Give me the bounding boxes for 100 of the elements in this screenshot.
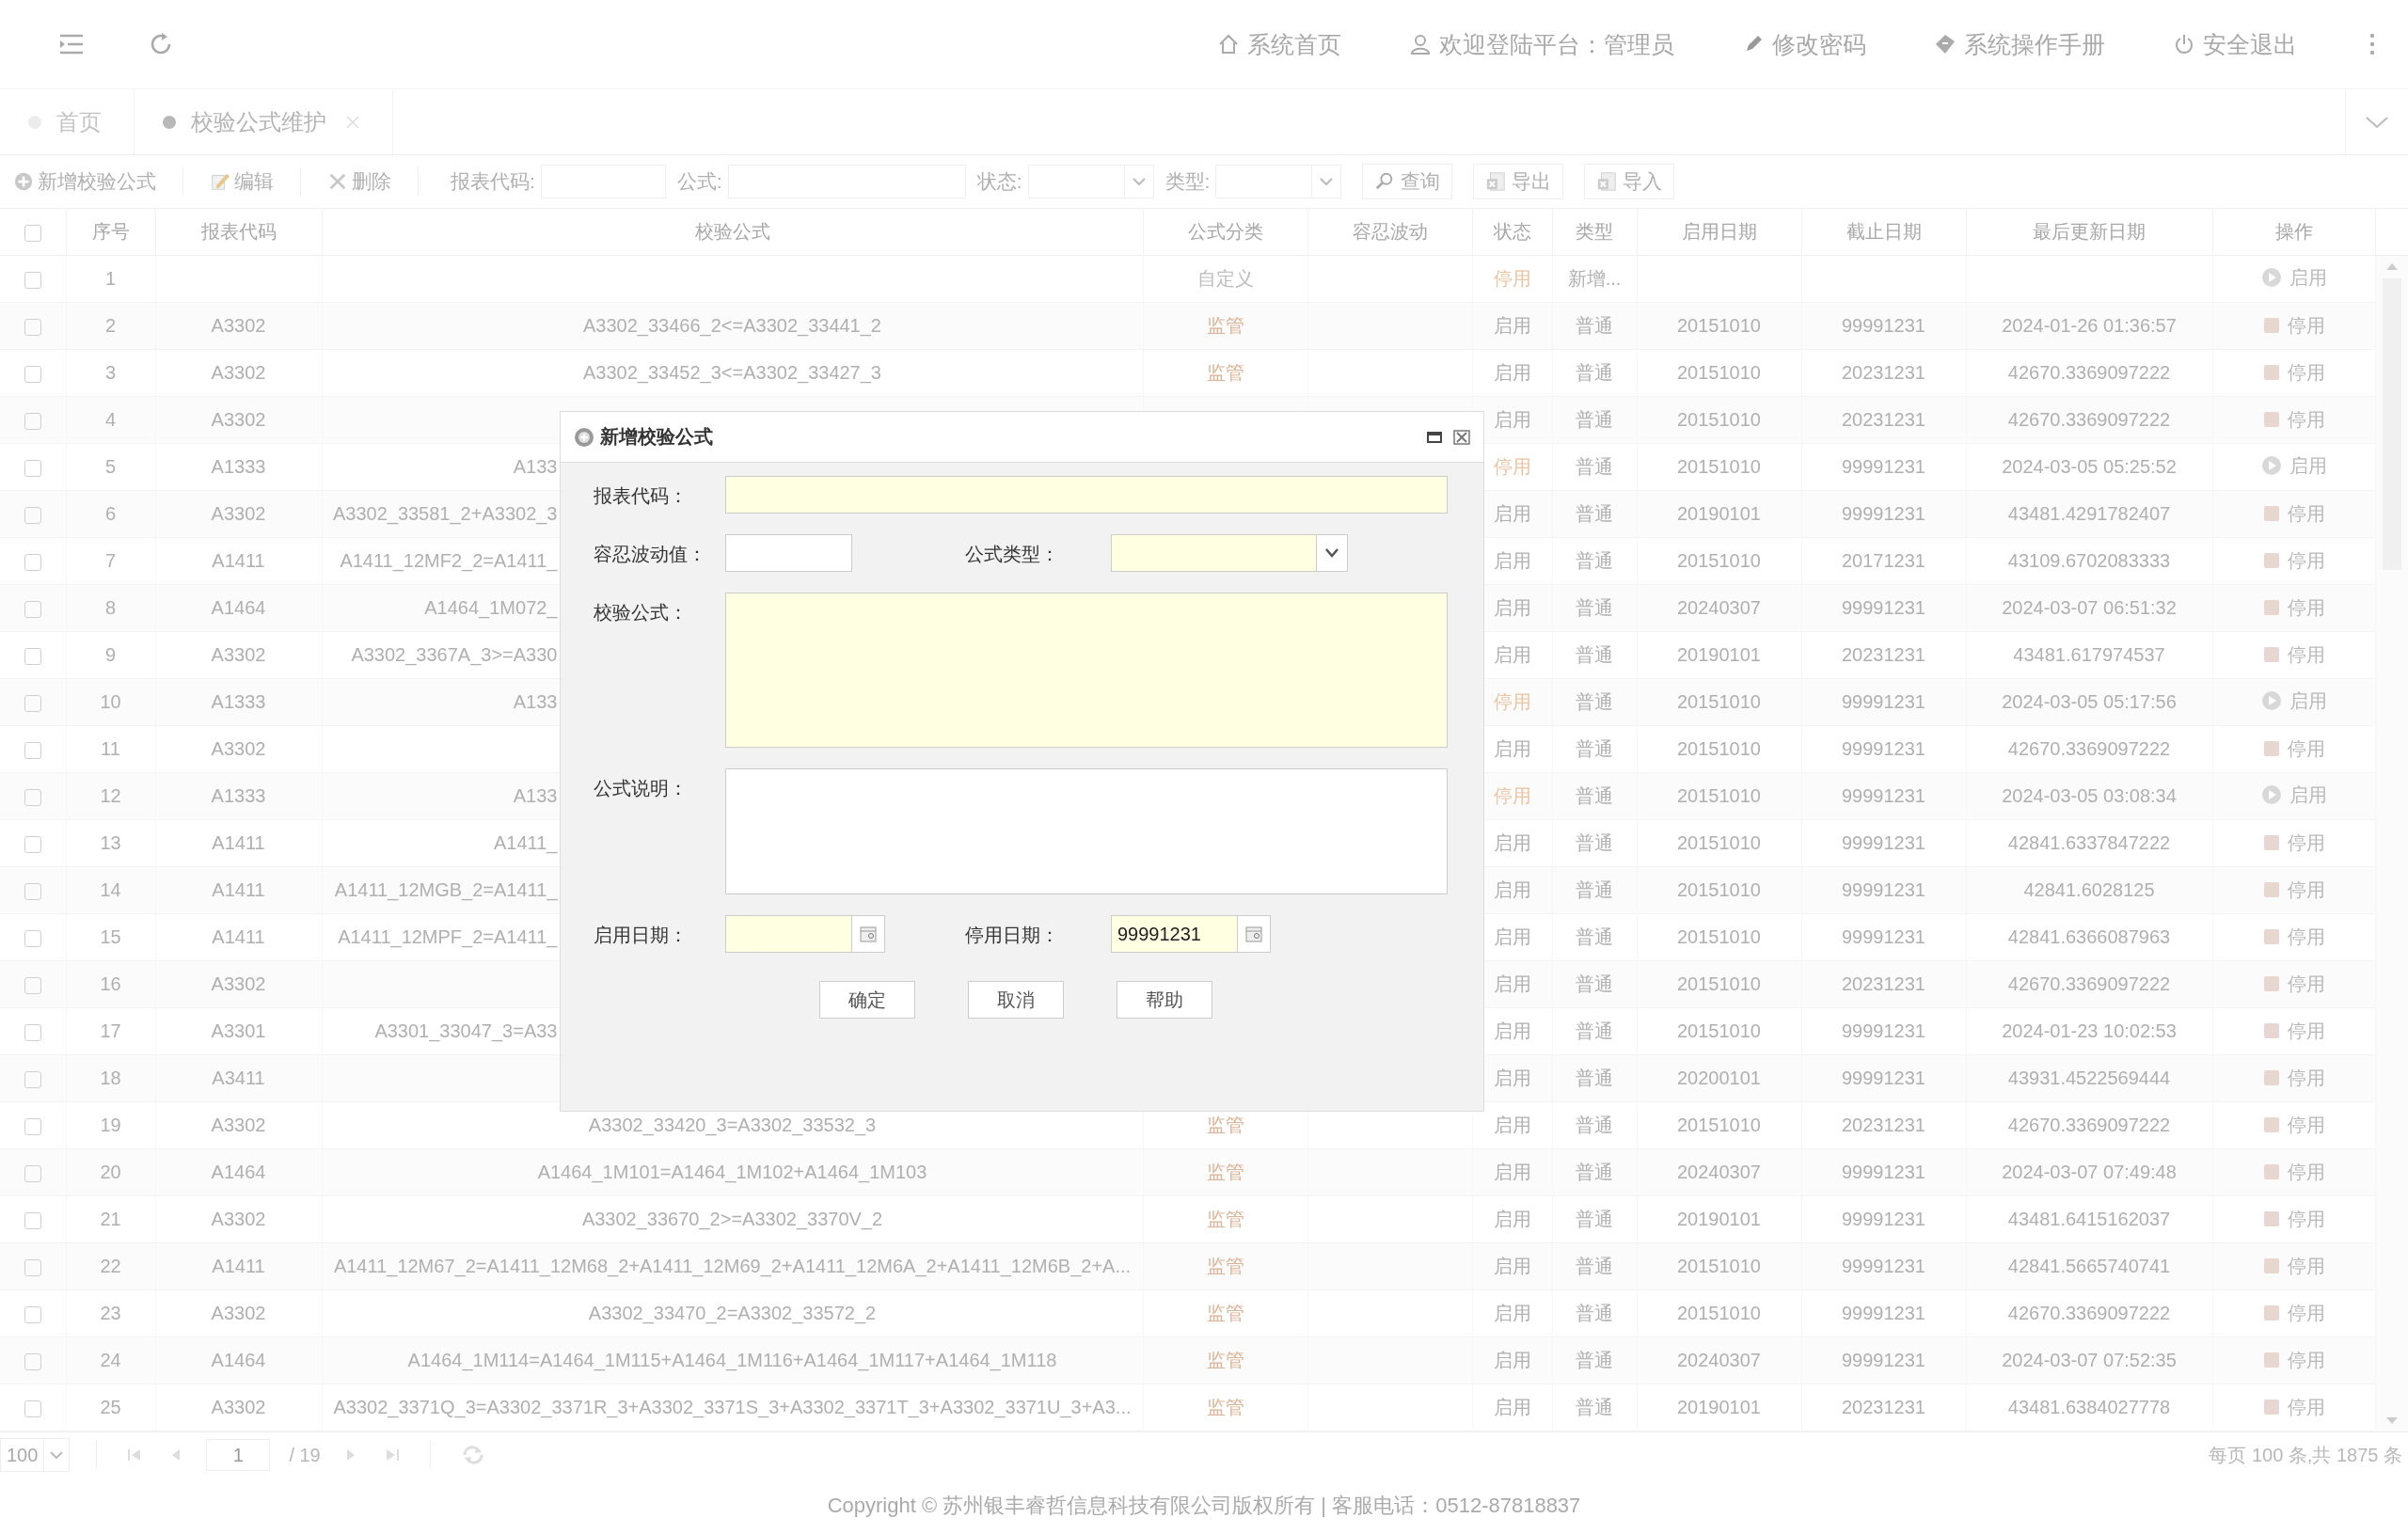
checkbox[interactable] [24,1305,41,1323]
checkbox[interactable] [24,271,41,289]
date-field[interactable] [725,915,885,953]
table-cell: A133 [513,785,558,806]
table-cell: 20 [100,1162,121,1182]
table-cell: 启用 [1493,926,1531,947]
action-link[interactable]: 停用 [2262,641,2325,668]
filter-label: 报表代码: [451,169,535,194]
checkbox[interactable] [24,224,41,242]
checkbox[interactable] [24,882,41,900]
nav-link[interactable]: 安全退出 [2173,28,2297,60]
table-cell: A3302 [211,973,266,994]
checkbox[interactable] [24,929,41,947]
dialog-button[interactable]: 取消 [968,981,1064,1019]
table-cell: 20151010 [1677,456,1761,477]
action-link[interactable]: 停用 [2262,1018,2325,1044]
action-link[interactable]: 停用 [2262,1394,2325,1420]
input-field[interactable] [725,476,1448,514]
maximize-button[interactable] [1427,430,1442,444]
table-cell: A1464_1M101=A1464_1M102+A1464_1M103 [537,1162,927,1182]
table-cell: 启用 [1493,362,1531,383]
checkbox[interactable] [24,1258,41,1276]
table-cell: 普通 [1576,691,1613,712]
action-link[interactable]: 停用 [2262,1300,2325,1326]
table-cell: 42670.3369097222 [2007,973,2171,994]
page-input[interactable]: 1 [206,1439,271,1471]
page-size-select[interactable]: 100 [0,1438,71,1472]
checkbox[interactable] [24,976,41,994]
action-link[interactable]: 停用 [2262,1112,2325,1138]
table-cell: 停用 [1493,691,1531,712]
dialog-button[interactable]: 帮助 [1117,981,1212,1019]
checkbox[interactable] [24,741,41,759]
dropdown[interactable] [1111,534,1348,572]
calendar-button[interactable] [1237,916,1270,952]
checkbox[interactable] [24,553,41,571]
table-cell: 监管 [1206,1350,1244,1370]
tab[interactable]: 校验公式维护 [135,89,393,154]
checkbox[interactable] [24,1400,41,1417]
input-field[interactable] [725,534,852,572]
close-button[interactable] [1453,429,1470,445]
checkbox[interactable] [24,365,41,383]
table-cell: 普通 [1576,738,1613,759]
checkbox[interactable] [24,318,41,336]
checkbox[interactable] [24,600,41,618]
toolbar-button[interactable]: 导出 [1473,164,1564,199]
checkbox[interactable] [24,1117,41,1135]
table-cell: 监管 [1206,1303,1244,1323]
checkbox[interactable] [24,1164,41,1182]
tab[interactable]: 首页 [0,89,135,154]
table-cell: 22 [100,1256,121,1276]
date-field[interactable]: 99991231 [1111,915,1271,953]
square-icon [2262,599,2280,617]
table-cell: 启用 [1493,973,1531,994]
action-link[interactable]: 停用 [2262,1206,2325,1232]
dialog-button[interactable]: 确定 [819,981,915,1019]
table-cell: A3301_33047_3=A33 [374,1020,558,1041]
action-link[interactable]: 停用 [2262,359,2325,386]
action-link[interactable]: 停用 [2262,830,2325,856]
nav-link[interactable]: 系统操作手册 [1934,28,2105,60]
checkbox[interactable] [24,647,41,665]
action-link[interactable]: 停用 [2262,735,2325,762]
checkbox[interactable] [24,506,41,524]
calendar-button[interactable] [851,916,884,952]
checkbox[interactable] [24,412,41,430]
text-area[interactable] [725,768,1448,894]
table-cell: 20200101 [1677,1067,1761,1088]
table-cell: 普通 [1576,1162,1613,1182]
action-link[interactable]: 停用 [2262,924,2325,950]
column-header: 序号 [91,221,130,242]
checkbox[interactable] [24,788,41,806]
table-cell: 43481.6415162037 [2007,1209,2171,1229]
nav-link[interactable]: 修改密码 [1742,28,1866,60]
toolbar-button[interactable]: 导入 [1584,164,1675,199]
toolbar-button[interactable]: 编辑 [204,168,279,195]
checkbox[interactable] [24,1211,41,1229]
checkbox[interactable] [24,694,41,712]
toolbar-button[interactable]: 查询 [1362,164,1453,199]
checkbox[interactable] [24,1070,41,1088]
toolbar-button[interactable]: 删除 [322,168,397,195]
table-cell: 普通 [1576,315,1613,336]
table-cell: A1464 [211,597,266,618]
table-cell: 普通 [1576,550,1613,571]
action-link[interactable]: 启用 [2260,264,2327,291]
table-cell: 20231231 [1842,644,1925,665]
toolbar-button[interactable]: 新增校验公式 [8,168,162,195]
table-cell: A1464_1M072_ [424,597,558,618]
checkbox[interactable] [24,835,41,853]
table-cell: 99991231 [1842,315,1925,336]
action-link[interactable]: 停用 [2262,547,2325,574]
table-cell: 启用 [1493,1162,1531,1182]
nav-link[interactable]: 欢迎登陆平台：管理员 [1409,28,1674,60]
scrollbar[interactable] [2375,256,2408,1431]
nav-link[interactable]: 系统首页 [1217,28,1341,60]
action-link[interactable]: 启用 [2260,452,2327,479]
checkbox[interactable] [24,459,41,477]
checkbox[interactable] [24,1023,41,1041]
text-area[interactable] [725,593,1448,748]
checkbox[interactable] [24,1352,41,1370]
table-cell: 18 [100,1067,121,1088]
table-cell: 1 [104,268,117,289]
